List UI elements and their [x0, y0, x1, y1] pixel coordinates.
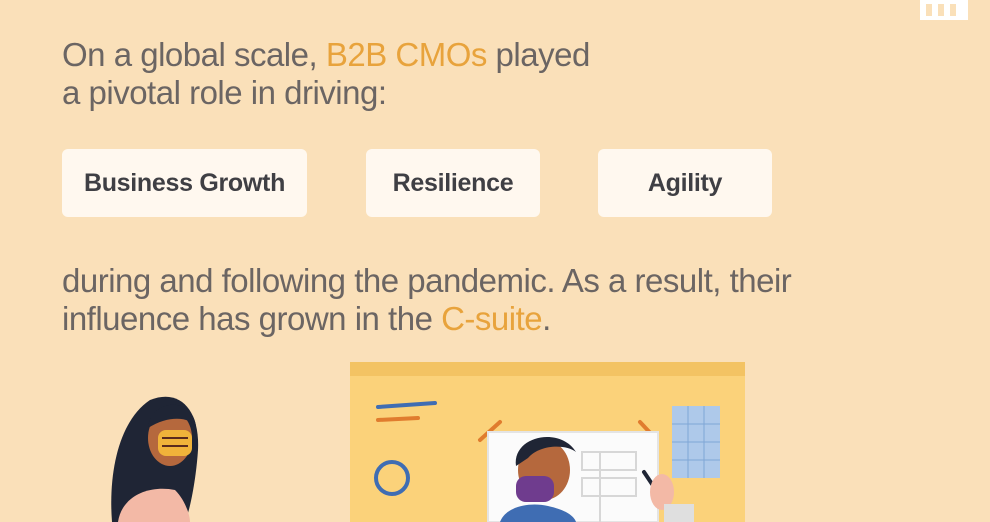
intro-text: On a global scale, B2B CMOs played a piv…: [62, 36, 702, 112]
highlight-c-suite: C-suite: [441, 300, 543, 337]
outro-line1: during and following the pandemic. As a …: [62, 262, 792, 299]
intro-line2: a pivotal role in driving:: [62, 74, 387, 111]
grid-icon: [920, 0, 968, 20]
woman-with-mask-figure: [111, 396, 199, 522]
driver-agility: Agility: [598, 149, 772, 217]
outro-line2-end: .: [542, 300, 551, 337]
highlight-b2b-cmos: B2B CMOs: [325, 36, 488, 73]
driver-business-growth: Business Growth: [62, 149, 307, 217]
intro-line1-end: played: [486, 36, 591, 73]
driver-resilience: Resilience: [366, 149, 540, 217]
remote-meeting-illustration: [111, 362, 745, 522]
outro-line2-start: influence has grown in the: [62, 300, 442, 337]
outro-text: during and following the pandemic. As a …: [62, 262, 922, 338]
intro-line1-start: On a global scale,: [62, 36, 326, 73]
